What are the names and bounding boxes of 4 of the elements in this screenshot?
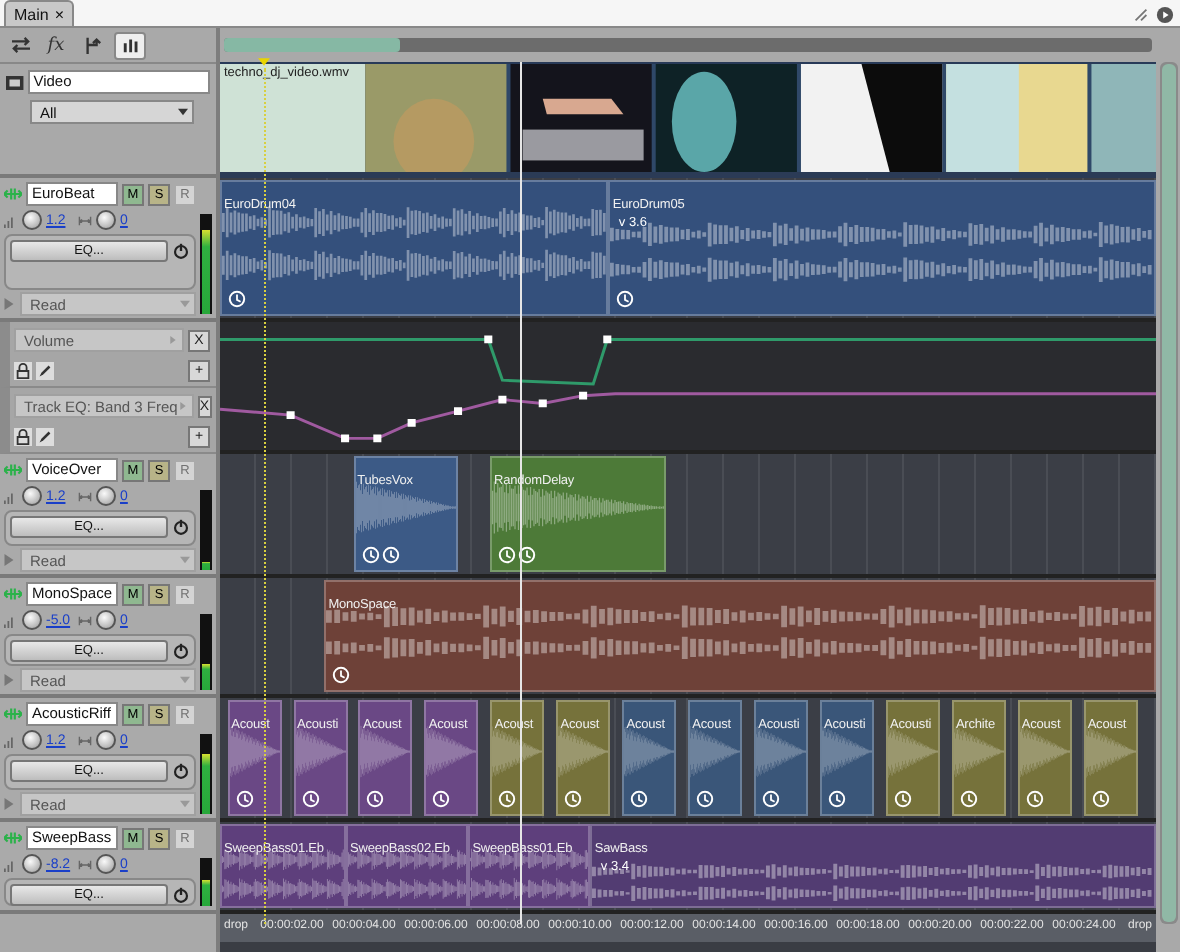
close-tab-button[interactable]: × <box>54 5 65 23</box>
effects-button[interactable]: fx <box>42 33 70 57</box>
main-tab[interactable]: Main × <box>4 0 75 26</box>
tab-label: Main <box>14 5 49 23</box>
